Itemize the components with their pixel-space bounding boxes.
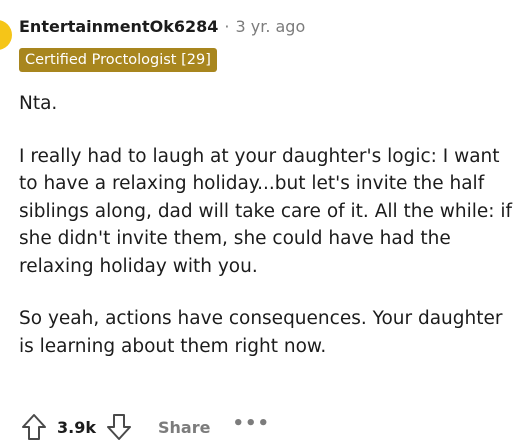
arrow-up-icon[interactable] bbox=[19, 411, 49, 443]
comment-header: EntertainmentOk6284 · 3 yr. ago bbox=[19, 14, 305, 38]
avatar[interactable] bbox=[0, 20, 12, 50]
user-flair: Certified Proctologist [29] bbox=[19, 48, 217, 72]
comment-paragraph: Nta. bbox=[19, 93, 58, 114]
comment-body: Nta. I really had to laugh at your daugh… bbox=[19, 90, 519, 385]
comment-actions: 3.9k Share ••• bbox=[19, 410, 270, 444]
meta-separator: · bbox=[224, 16, 230, 36]
comment-paragraph: I really had to laugh at your daughter's… bbox=[19, 145, 513, 277]
comment-timestamp[interactable]: 3 yr. ago bbox=[235, 17, 305, 36]
arrow-down-icon[interactable] bbox=[104, 411, 134, 443]
share-button[interactable]: Share bbox=[158, 418, 210, 437]
comment-paragraph: So yeah, actions have consequences. Your… bbox=[19, 308, 503, 357]
vote-score: 3.9k bbox=[57, 417, 96, 437]
more-options-button[interactable]: ••• bbox=[232, 413, 270, 434]
comment-author[interactable]: EntertainmentOk6284 bbox=[19, 17, 218, 36]
